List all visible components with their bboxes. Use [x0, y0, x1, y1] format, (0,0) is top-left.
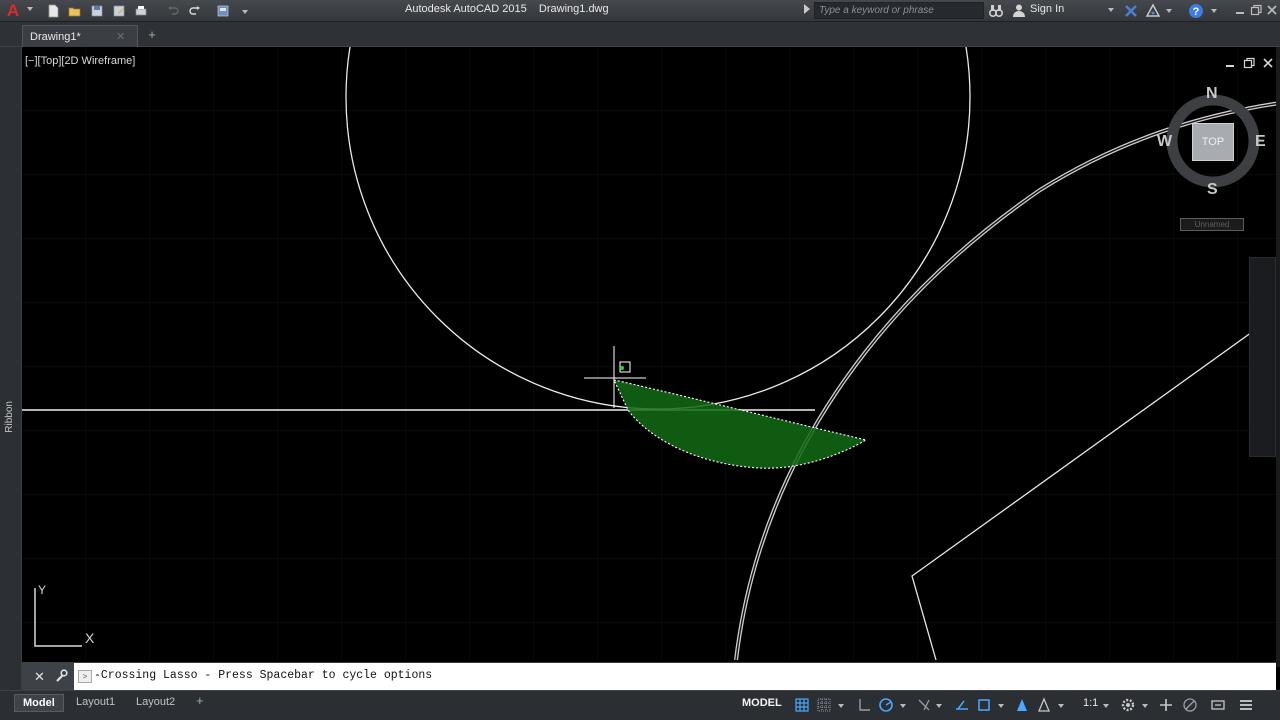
sign-in-button[interactable]: Sign In	[1030, 3, 1064, 15]
right-edge-strip	[1276, 47, 1280, 667]
polar-tracking-arrow-icon[interactable]	[900, 704, 906, 708]
svg-text:?: ?	[1193, 6, 1200, 18]
compass-south[interactable]: S	[1207, 181, 1218, 199]
compass-east[interactable]: E	[1255, 133, 1266, 151]
command-line-customize-icon[interactable]	[54, 669, 68, 683]
annotation-arrow-icon[interactable]	[1058, 704, 1064, 708]
ucs-icon: Y X	[34, 583, 95, 647]
ucs-x-label: X	[85, 630, 95, 646]
grid-display-icon[interactable]	[794, 697, 810, 713]
connected-arrow-icon[interactable]	[1166, 9, 1172, 13]
polar-tracking-icon[interactable]	[878, 697, 894, 713]
search-expand-arrow-icon[interactable]	[804, 4, 810, 14]
annotation-monitor-icon[interactable]	[1158, 697, 1174, 713]
layout-tab-layout2[interactable]: Layout2	[128, 694, 183, 712]
object-snap-icon[interactable]	[976, 697, 992, 713]
compass-west[interactable]: W	[1157, 133, 1172, 151]
quick-access-toolbar	[44, 2, 254, 20]
command-line-text: -Crossing Lasso - Press Spacebar to cycl…	[94, 669, 433, 682]
save-icon[interactable]	[88, 3, 106, 19]
viewport-restore-icon[interactable]	[1243, 57, 1255, 69]
sign-in-arrow-icon[interactable]	[1108, 8, 1114, 12]
isometric-arrow-icon[interactable]	[936, 704, 942, 708]
customize-toolbar-arrow-icon[interactable]	[236, 3, 254, 19]
annotation-scale-arrow-icon[interactable]	[1103, 704, 1109, 708]
new-file-icon[interactable]	[44, 3, 62, 19]
undo-icon[interactable]	[164, 3, 182, 19]
viewcube-top-face[interactable]: TOP	[1192, 123, 1234, 161]
drawing-viewport[interactable]	[22, 47, 1276, 660]
help-arrow-icon[interactable]	[1211, 9, 1217, 13]
application-menu-logo[interactable]: A	[2, 1, 24, 21]
workspace-settings-gear-icon[interactable]	[1120, 697, 1136, 713]
add-layout-button[interactable]: +	[196, 693, 204, 708]
command-line[interactable]: ✕ > -Crossing Lasso - Press Spacebar to …	[22, 662, 1276, 691]
object-snap-tracking-icon[interactable]	[954, 697, 970, 713]
autocad-window: A Autodesk AutoCAD 2015 Drawing1.dwg Sig…	[0, 0, 1280, 720]
restore-icon[interactable]	[1250, 4, 1262, 16]
file-tab-close-icon[interactable]: ✕	[116, 30, 125, 43]
minimize-icon[interactable]	[1234, 4, 1246, 16]
snap-mode-icon[interactable]	[816, 697, 832, 713]
close-window-icon[interactable]	[1266, 4, 1278, 16]
ortho-mode-icon[interactable]	[856, 697, 872, 713]
binoculars-search-icon[interactable]	[988, 3, 1004, 19]
command-line-handle: ✕	[22, 663, 74, 691]
viewport-minimize-icon[interactable]	[1224, 57, 1236, 69]
ribbon-collapsed-strip[interactable]: Ribbon	[0, 47, 22, 690]
layout-tab-model[interactable]: Model	[14, 694, 64, 712]
navigation-bar[interactable]	[1249, 257, 1276, 457]
new-file-tab-button[interactable]: +	[142, 27, 162, 43]
drawing-canvas[interactable]	[22, 47, 1276, 660]
title-bar: A Autodesk AutoCAD 2015 Drawing1.dwg Sig…	[0, 0, 1280, 22]
workspace-icon[interactable]	[214, 3, 232, 19]
annotation-visibility-icon[interactable]	[1014, 697, 1030, 713]
isolate-objects-icon[interactable]	[1182, 697, 1198, 713]
ribbon-label[interactable]: Ribbon	[4, 401, 18, 433]
command-prompt-icon: >	[78, 670, 92, 683]
compass-north[interactable]: N	[1206, 85, 1218, 103]
snap-mode-arrow-icon[interactable]	[838, 704, 844, 708]
exchange-apps-icon[interactable]	[1123, 3, 1139, 19]
save-as-icon[interactable]	[110, 3, 128, 19]
ucs-y-label: Y	[38, 583, 46, 597]
ucs-menu-button[interactable]: Unnamed	[1180, 218, 1244, 231]
help-icon[interactable]: ?	[1188, 3, 1204, 19]
customization-menu-icon[interactable]	[1238, 697, 1254, 713]
workspace-arrow-icon[interactable]	[1142, 704, 1148, 708]
viewport-close-icon[interactable]	[1262, 57, 1274, 69]
viewport-controls-label[interactable]: [−][Top][2D Wireframe]	[25, 55, 135, 67]
hardware-acceleration-icon[interactable]	[1210, 697, 1226, 713]
isometric-drafting-icon[interactable]	[916, 697, 932, 713]
open-folder-icon[interactable]	[66, 3, 84, 19]
object-snap-arrow-icon[interactable]	[998, 704, 1004, 708]
file-tabs-bar: Drawing1*	[0, 22, 1280, 47]
layout-tab-layout1[interactable]: Layout1	[68, 694, 123, 712]
redo-icon[interactable]	[186, 3, 204, 19]
command-line-close-icon[interactable]: ✕	[34, 669, 45, 685]
application-menu-arrow-icon[interactable]	[27, 7, 33, 11]
stay-connected-icon[interactable]	[1145, 3, 1161, 19]
drawing-grid	[22, 47, 1276, 660]
annotation-scale-button[interactable]: 1:1	[1083, 697, 1098, 709]
window-title: Autodesk AutoCAD 2015 Drawing1.dwg	[405, 3, 609, 15]
auto-scale-icon[interactable]	[1036, 697, 1052, 713]
help-search-input[interactable]	[814, 2, 984, 19]
model-space-button[interactable]: MODEL	[742, 697, 782, 709]
plot-icon[interactable]	[132, 3, 150, 19]
user-account-icon[interactable]	[1012, 3, 1026, 18]
